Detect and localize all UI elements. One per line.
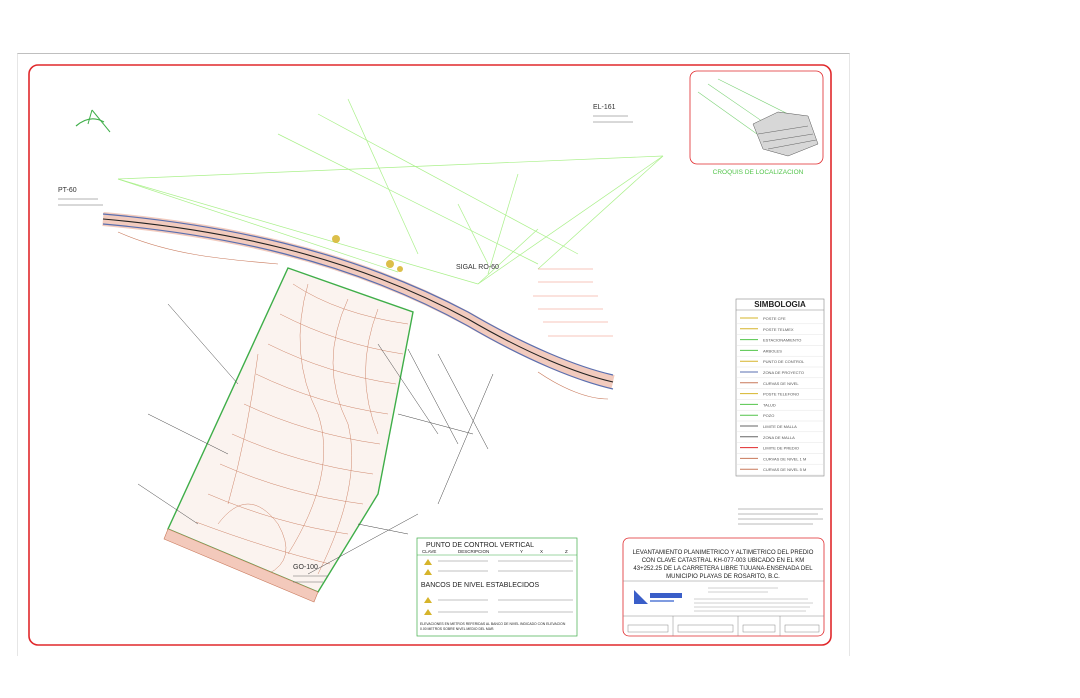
legend-item-label: POSTE CFE — [763, 316, 786, 321]
legend-item-label: ZONA DE PROYECTO — [763, 370, 804, 375]
parking-area — [533, 268, 613, 337]
notes-block — [738, 508, 823, 525]
drawing-sheet: EL-161 PT-60 GO-100 SIGAL RO-60 CROQUIS … — [17, 53, 850, 656]
title-line: MUNICIPIO PLAYAS DE ROSARITO, B.C. — [666, 574, 780, 580]
legend: SIMBOLOGIA POSTE CFE POSTE TELMEX ESTACION… — [735, 298, 825, 477]
control-table: PUNTO DE CONTROL VERTICAL CLAVE DESCRIPC… — [416, 537, 578, 637]
point-label: SIGAL RO-60 — [456, 264, 499, 271]
sketch-caption: CROQUIS DE LOCALIZACION — [713, 169, 804, 176]
title-line: CON CLAVE CATASTRAL KH-077-003 UBICADO E… — [642, 558, 805, 564]
north-arrow-icon — [75, 109, 111, 133]
point-label: PT-60 — [58, 187, 77, 194]
legend-item-label: LIMITE DE PREDIO — [763, 446, 799, 451]
legend-item-label: CURVAS DE NIVEL 5 M — [763, 467, 806, 472]
legend-title: SIMBOLOGIA — [754, 300, 806, 309]
legend-item-label: POSTE TELEFONO — [763, 392, 799, 397]
legend-item-label: CURVAS DE NIVEL 1 M — [763, 456, 806, 461]
header-cell: DESCRIPCION — [458, 549, 489, 554]
legend-item-label: ARBOLES — [763, 348, 782, 353]
control-table-footnote: ELEVACIONES EN METROS REFERIDAS AL BANCO… — [420, 622, 566, 626]
location-sketch: CROQUIS DE LOCALIZACION — [689, 70, 824, 176]
legend-item-label: POZO — [763, 413, 774, 418]
control-table-footnote: 0.00 METROS SOBRE NIVEL MEDIO DEL MAR. — [420, 627, 494, 631]
legend-item-label: POSTE TELMEX — [763, 327, 794, 332]
header-cell: Z — [565, 549, 568, 554]
topographic-plan: EL-161 PT-60 GO-100 SIGAL RO-60 CROQUIS … — [28, 64, 832, 646]
legend-item-label: PUNTO DE CONTROL — [763, 359, 805, 364]
point-label: EL-161 — [593, 104, 616, 111]
legend-item-label: TALUD — [763, 402, 776, 407]
legend-item-label: ZONA DE MALLA — [763, 435, 795, 440]
legend-item-label: LIMITE DE MALLA — [763, 424, 797, 429]
company-logo — [630, 586, 686, 608]
control-table-title: PUNTO DE CONTROL VERTICAL — [426, 542, 534, 549]
header-cell: CLAVE — [422, 549, 436, 554]
title-block: LEVANTAMIENTO PLANIMETRICO Y ALTIMETRICO… — [622, 537, 825, 637]
property-parcel — [163, 267, 414, 603]
header-cell: X — [540, 549, 543, 554]
legend-item-label: ESTACIONAMIENTO — [763, 338, 801, 343]
title-line: 43+252.25 DE LA CARRETERA LIBRE TIJUANA-… — [633, 566, 813, 572]
header-cell: Y — [520, 549, 523, 554]
title-line: LEVANTAMIENTO PLANIMETRICO Y ALTIMETRICO… — [633, 550, 814, 556]
point-label: GO-100 — [293, 564, 318, 571]
legend-item-label: CURVAS DE NIVEL — [763, 381, 799, 386]
control-table-subtitle: BANCOS DE NIVEL ESTABLECIDOS — [421, 582, 540, 589]
sight-lines — [117, 98, 664, 285]
